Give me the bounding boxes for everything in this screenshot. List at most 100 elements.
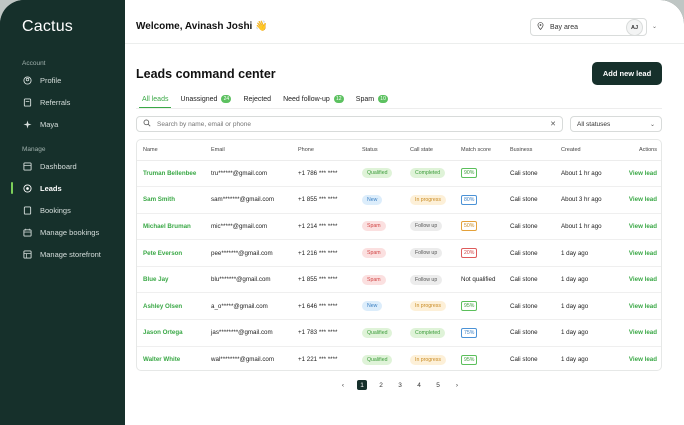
- lead-name-link[interactable]: Pete Everson: [137, 239, 205, 267]
- welcome-message: Welcome, Avinash Joshi 👋: [136, 21, 268, 32]
- view-lead-link[interactable]: View lead: [611, 213, 661, 241]
- lead-business: Cali stone: [504, 319, 555, 347]
- tab-need-follow-up[interactable]: Need follow-up 12: [277, 90, 350, 108]
- lead-phone: +1 646 *** ****: [292, 292, 356, 321]
- lead-created: 1 day ago: [561, 356, 589, 364]
- match-score-badge-cell: 80%: [455, 186, 504, 214]
- call-state-badge-cell: Follow up: [404, 266, 455, 294]
- match-score-badge: 20%: [461, 248, 478, 259]
- tab-all-leads[interactable]: All leads: [136, 90, 174, 108]
- view-lead-link[interactable]: View lead: [611, 239, 661, 267]
- lead-business: Cali stone: [504, 266, 555, 294]
- lead-email: blu*******@gmail.com: [205, 266, 292, 294]
- match-score: Not qualified: [455, 266, 504, 294]
- lead-name-link[interactable]: Walter White: [137, 346, 205, 370]
- call-state-badge: Follow up: [410, 248, 443, 259]
- sidebar-item-bookings[interactable]: Bookings: [22, 202, 71, 218]
- column-header[interactable]: Match score: [455, 140, 504, 161]
- match-score-badge: 80%: [461, 194, 478, 205]
- sidebar-item-manage-bookings[interactable]: Manage bookings: [22, 224, 99, 240]
- lead-name-link[interactable]: Jason Ortega: [137, 319, 205, 347]
- table-row[interactable]: Walter White wal********@gmail.com +1 221 …: [137, 346, 661, 370]
- table-row[interactable]: Truman Bellenbee tru******@gmail.com +1 78…: [137, 160, 661, 188]
- lead-phone: +1 786 *** ****: [292, 160, 356, 188]
- sidebar-item-profile[interactable]: Profile: [22, 72, 61, 88]
- tab-rejected[interactable]: Rejected: [237, 90, 277, 108]
- page-button[interactable]: 5: [433, 380, 443, 390]
- page-button[interactable]: 4: [414, 380, 424, 390]
- lead-email: sam*******@gmail.com: [205, 186, 292, 214]
- tab-unassigned[interactable]: Unassigned 24: [174, 90, 237, 108]
- status-filter-select[interactable]: All statuses ⌄: [570, 116, 662, 132]
- page-button[interactable]: 1: [357, 380, 367, 390]
- column-header[interactable]: Status: [356, 140, 404, 161]
- column-header[interactable]: Phone: [292, 140, 356, 161]
- lead-name-link[interactable]: Blue Jay: [137, 266, 205, 294]
- view-lead-link[interactable]: View lead: [611, 346, 661, 370]
- calendar-icon: [22, 227, 32, 237]
- lead-name-link[interactable]: Michael Bruman: [137, 213, 205, 241]
- lead-tabs: All leads Unassigned 24 Rejected Need fo…: [136, 90, 394, 108]
- sidebar-item-dashboard[interactable]: Dashboard: [22, 158, 77, 174]
- profile-icon: [22, 75, 32, 85]
- dashboard-icon: [22, 161, 32, 171]
- status-badge: Qualified: [362, 168, 393, 179]
- lead-created: About 1 hr ago: [555, 213, 611, 241]
- page-title: Leads command center: [136, 67, 276, 81]
- view-lead-link[interactable]: View lead: [611, 160, 661, 188]
- status-badge-cell: Qualified: [356, 346, 404, 370]
- sidebar: Cactus Account Profile Referrals Maya Ma…: [0, 0, 125, 425]
- match-score-badge: 95%: [461, 301, 478, 312]
- main-content: Welcome, Avinash Joshi 👋 Bay area ⌄ AJ ⌄…: [125, 0, 684, 425]
- view-lead-link[interactable]: View lead: [611, 266, 661, 294]
- table-row[interactable]: Blue Jay blu*******@gmail.com +1 855 *** *…: [137, 266, 661, 294]
- column-header[interactable]: Created: [555, 140, 611, 161]
- table-row[interactable]: Ashley Olsen a_o*****@gmail.com +1 646 ***…: [137, 292, 661, 321]
- page-button[interactable]: 3: [395, 380, 405, 390]
- page-button[interactable]: 2: [376, 380, 386, 390]
- status-badge: Spam: [362, 221, 386, 232]
- lead-name-link[interactable]: Sam Smith: [137, 186, 205, 214]
- search-input[interactable]: [157, 120, 545, 128]
- table-row[interactable]: Jason Ortega jas********@gmail.com +1 783 …: [137, 319, 661, 347]
- lead-email: wal********@gmail.com: [211, 356, 275, 364]
- sidebar-item-leads[interactable]: Leads: [22, 180, 62, 196]
- call-state-badge-cell: In progress: [404, 186, 455, 214]
- call-state-badge: In progress: [410, 194, 446, 205]
- column-header[interactable]: Name: [137, 140, 205, 161]
- lead-business: Cali stone: [504, 292, 555, 321]
- sidebar-item-manage-storefront[interactable]: Manage storefront: [22, 246, 101, 262]
- match-score-badge: 90%: [461, 168, 478, 179]
- chevron-down-icon[interactable]: ⌄: [652, 23, 657, 30]
- table-row[interactable]: Michael Bruman mic*****@gmail.com +1 214 *…: [137, 213, 661, 241]
- search-bar: ✕: [136, 116, 563, 132]
- call-state-badge: Completed: [410, 168, 446, 179]
- view-lead-link[interactable]: View lead: [611, 292, 661, 321]
- leads-icon: [22, 183, 32, 193]
- lead-name-link[interactable]: Ashley Olsen: [137, 292, 205, 321]
- close-icon[interactable]: ✕: [550, 120, 556, 128]
- call-state-badge: In progress: [410, 354, 446, 365]
- match-score-badge: 75%: [461, 327, 478, 338]
- column-header[interactable]: Business: [504, 140, 555, 161]
- match-score-badge-cell: 75%: [455, 319, 504, 347]
- add-new-lead-button[interactable]: Add new lead: [592, 62, 662, 85]
- table-row[interactable]: Pete Everson pee*******@gmail.com +1 216 *…: [137, 239, 661, 267]
- tab-spam[interactable]: Spam 10: [350, 90, 394, 108]
- column-header[interactable]: Call state: [404, 140, 455, 161]
- lead-email: jas********@gmail.com: [205, 319, 292, 347]
- table-row[interactable]: Sam Smith sam*******@gmail.com +1 855 *** …: [137, 186, 661, 214]
- sidebar-item-maya[interactable]: Maya: [22, 116, 58, 132]
- column-header[interactable]: Email: [205, 140, 292, 161]
- view-lead-link[interactable]: View lead: [611, 186, 661, 214]
- prev-page-button[interactable]: ‹: [338, 380, 348, 390]
- view-lead-link[interactable]: View lead: [611, 319, 661, 347]
- location-pin-icon: [537, 22, 544, 32]
- next-page-button[interactable]: ›: [452, 380, 462, 390]
- avatar[interactable]: AJ: [626, 19, 643, 36]
- lead-name-link[interactable]: Truman Bellenbee: [137, 160, 205, 188]
- lead-phone: +1 216 *** ****: [292, 239, 356, 267]
- sidebar-item-referrals[interactable]: Referrals: [22, 94, 70, 110]
- status-badge-cell: Qualified: [356, 160, 404, 188]
- status-badge: New: [362, 194, 383, 205]
